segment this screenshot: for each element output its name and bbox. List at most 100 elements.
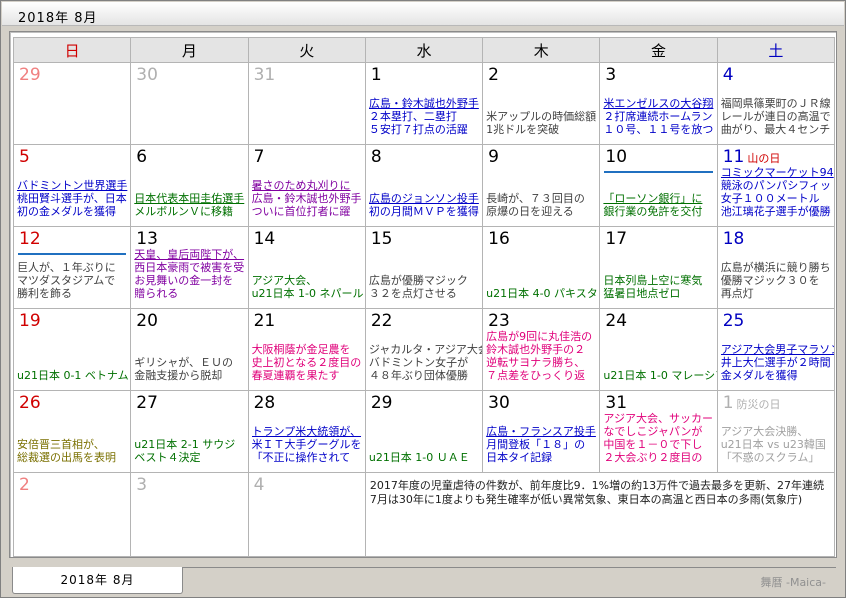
day-cell[interactable]: 2 米アップルの時価総額 1兆ドルを突破 bbox=[482, 62, 601, 145]
day-cell[interactable]: 5 バドミントン世界選手 桃田賢斗選手が、日本 初の金メダルを獲得 bbox=[12, 144, 132, 227]
day-cell[interactable]: 6 日本代表本田圭佑選手 メルボルンＶに移籍 bbox=[130, 144, 249, 227]
day-number-text: 4 bbox=[722, 65, 734, 85]
news-block: u21日本 4-0 パキスタン bbox=[486, 287, 599, 300]
news-block: 米エンゼルスの大谷翔 ２打席連続ホームラン １０号、１１号を放つ bbox=[603, 97, 716, 136]
news-line: u21日本 4-0 パキスタン bbox=[486, 287, 600, 300]
day-number: 19 bbox=[19, 311, 41, 331]
news-line: 井上大仁選手が２時間 bbox=[720, 356, 831, 369]
weekday-header-row: 日 月 火 水 木 金 土 bbox=[12, 37, 836, 63]
news-line: 月間登板「１８」の bbox=[486, 438, 586, 451]
day-cell[interactable]: 15 広島が優勝マジック ３２を点灯させる bbox=[364, 226, 484, 309]
day-number: 2 bbox=[488, 65, 499, 85]
news-block: 福岡県篠栗町のＪＲ線 レールが連日の高温で 曲がり、最大４センチ bbox=[721, 97, 834, 136]
day-number: 8 bbox=[371, 147, 382, 167]
news-line: 史上初となる２度目の bbox=[251, 356, 362, 369]
day-number: 21 bbox=[254, 311, 276, 331]
news-block: 広島のジョンソン投手 初の月間ＭＶＰを獲得 bbox=[369, 192, 482, 218]
news-line: 広島が横浜に競り勝ち bbox=[720, 261, 831, 274]
day-cell[interactable]: 18 広島が横浜に競り勝ち 優勝マジック３０を 再点灯 bbox=[716, 226, 836, 309]
day-number-text: 13 bbox=[136, 229, 158, 249]
day-cell[interactable]: 3 米エンゼルスの大谷翔 ２打席連続ホームラン １０号、１１号を放つ bbox=[599, 62, 718, 145]
news-line: 鈴木誠也外野手の２ bbox=[486, 343, 586, 356]
day-cell[interactable]: 17 日本列島上空に寒気 猛暑日地点ゼロ bbox=[599, 226, 718, 309]
day-cell[interactable]: 21 大阪桐蔭が金足農を 史上初となる２度目の 春夏連覇を果たす bbox=[247, 308, 366, 391]
day-cell[interactable]: 1 広島・鈴木誠也外野手 ２本塁打、二塁打 ５安打７打点の活躍 bbox=[364, 62, 484, 145]
news-line: アジア大会、 bbox=[251, 274, 318, 287]
day-cell[interactable]: 25 アジア大会男子マラソン 井上大仁選手が２時間 金メダルを獲得 bbox=[716, 308, 836, 391]
day-cell[interactable]: 24 u21日本 1-0 マレーシア bbox=[599, 308, 718, 391]
news-line: u21日本 0-1 ベトナム bbox=[17, 369, 129, 382]
news-block: u21日本 2-1 サウジ ベスト４決定 bbox=[134, 438, 247, 464]
day-cell[interactable]: 23 広島が9回に丸佳浩の 鈴木誠也外野手の２ 逆転サヨナラ勝ち、 ７点差をひっくり返 bbox=[482, 308, 601, 391]
news-line: １０号、１１号を放つ bbox=[603, 123, 714, 136]
day-cell[interactable]: 20 ギリシャが、ＥＵの 金融支援から脱却 bbox=[130, 308, 249, 391]
day-number-text: 10 bbox=[605, 147, 628, 167]
day-cell[interactable]: 9 長崎が、７３回目の 原爆の日を迎える bbox=[482, 144, 601, 227]
news-block: 広島が9回に丸佳浩の 鈴木誠也外野手の２ 逆転サヨナラ勝ち、 ７点差をひっくり返 bbox=[486, 330, 599, 382]
day-cell[interactable]: 28 トランプ米大統領が、 米ＩＴ大手グーグルを 「不正に操作されて bbox=[247, 390, 366, 473]
day-number-text: 21 bbox=[253, 311, 276, 331]
event-span-bar bbox=[18, 253, 127, 255]
news-line: 「不惑のスクラム」 bbox=[720, 451, 820, 464]
news-line: 広島・鈴木誠也外野手 bbox=[251, 192, 362, 205]
day-cell[interactable]: 4 福岡県篠栗町のＪＲ線 レールが連日の高温で 曲がり、最大４センチ bbox=[716, 62, 836, 145]
week-row: 5 バドミントン世界選手 桃田賢斗選手が、日本 初の金メダルを獲得 6 日本代表本田圭佑選… bbox=[12, 144, 836, 227]
day-number: 26 bbox=[19, 393, 41, 413]
news-block: バドミントン世界選手 桃田賢斗選手が、日本 初の金メダルを獲得 bbox=[17, 179, 130, 218]
sheet-tab-bar: 2018年 8月 舞暦 -Maica- bbox=[2, 567, 844, 597]
day-number: 29 bbox=[371, 393, 393, 413]
calendar-window: 2018年 8月 日 月 火 水 木 金 土 29 30 31 1 広島・鈴木誠也外野手… bbox=[0, 0, 846, 598]
week-row: 2 3 4 2017年度の児童虐待の件数が、前年度比9．1%増の約13万件で過去最多を… bbox=[12, 472, 836, 557]
day-number-text: 30 bbox=[136, 65, 158, 85]
day-cell[interactable]: 7 暑さのため丸刈りに 広島・鈴木誠也外野手 ついに首位打者に躍 bbox=[247, 144, 366, 227]
news-line: 銀行業の免許を交付 bbox=[603, 205, 703, 218]
day-number-text: 14 bbox=[253, 229, 276, 249]
day-cell[interactable]: 30 bbox=[130, 62, 249, 145]
day-cell[interactable]: 13 天皇、皇后両陛下が、 西日本豪雨で被害を受 お見舞いの金一封を 贈られる bbox=[130, 226, 249, 309]
day-cell[interactable]: 29 u21日本 1-0 ＵＡＥ bbox=[364, 390, 484, 473]
day-cell[interactable]: 11 山の日 コミックマーケット94 競泳のパンパシフィッ 女子１００メートル 池江璃花子… bbox=[716, 144, 836, 227]
day-cell[interactable]: 29 bbox=[12, 62, 132, 145]
news-line: 春夏連覇を果たす bbox=[251, 369, 340, 382]
news-line: 桃田賢斗選手が、日本 bbox=[17, 192, 127, 205]
day-number: 17 bbox=[605, 229, 627, 249]
day-cell[interactable]: 8 広島のジョンソン投手 初の月間ＭＶＰを獲得 bbox=[364, 144, 484, 227]
day-cell[interactable]: 26 安倍晋三首相が、 総裁選の出馬を表明 bbox=[12, 390, 132, 473]
window-title: 2018年 8月 bbox=[18, 11, 98, 26]
day-number: 27 bbox=[136, 393, 158, 413]
day-cell[interactable]: 27 u21日本 2-1 サウジ ベスト４決定 bbox=[130, 390, 249, 473]
day-cell[interactable]: 3 bbox=[130, 472, 249, 557]
news-line: 再点灯 bbox=[720, 287, 754, 300]
day-cell[interactable]: 1 防災の日 アジア大会決勝、 u21日本 vs u23韓国 「不惑のスクラム」 bbox=[716, 390, 836, 473]
news-line: 西日本豪雨で被害を受 bbox=[134, 261, 245, 274]
day-cell[interactable]: 10 「ローソン銀行」に 銀行業の免許を交付 bbox=[599, 144, 718, 227]
news-line: 広島が優勝マジック bbox=[368, 274, 468, 287]
news-line: 「ローソン銀行」に bbox=[603, 192, 703, 205]
day-cell[interactable]: 30 広島・フランスア投手 月間登板「１８」の 日本タイ記録 bbox=[482, 390, 601, 473]
day-number-text: 16 bbox=[488, 229, 510, 249]
day-number: 31 bbox=[254, 65, 276, 85]
day-cell[interactable]: 14 アジア大会、 u21日本 1-0 ネパール bbox=[247, 226, 366, 309]
news-line: なでしこジャパンが bbox=[603, 425, 703, 438]
news-line: 優勝マジック３０を bbox=[720, 274, 820, 287]
day-cell[interactable]: 31 アジア大会、サッカー なでしこジャパンが 中国を１－０で下し ２大会ぶり２度目の bbox=[599, 390, 718, 473]
day-cell[interactable]: 12 巨人が、１年ぶりに マツダスタジアムで 勝利を飾る bbox=[12, 226, 132, 309]
news-block: 広島・鈴木誠也外野手 ２本塁打、二塁打 ５安打７打点の活躍 bbox=[369, 97, 482, 136]
day-number: 30 bbox=[488, 393, 510, 413]
news-line: ジャカルタ・アジア大会 bbox=[368, 343, 483, 356]
day-cell[interactable]: 31 bbox=[247, 62, 366, 145]
news-block: 広島が優勝マジック ３２を点灯させる bbox=[369, 274, 482, 300]
news-block: 巨人が、１年ぶりに マツダスタジアムで 勝利を飾る bbox=[17, 261, 130, 300]
day-cell[interactable]: 22 ジャカルタ・アジア大会 バドミントン女子が ４８年ぶり団体優勝 bbox=[364, 308, 484, 391]
day-cell[interactable]: 4 bbox=[247, 472, 366, 557]
month-sheet-tab[interactable]: 2018年 8月 bbox=[12, 567, 183, 594]
weekday-sat: 土 bbox=[716, 37, 836, 63]
day-number: 4 bbox=[254, 475, 265, 495]
day-cell[interactable]: 19 u21日本 0-1 ベトナム bbox=[12, 308, 132, 391]
day-number-text: 31 bbox=[253, 65, 276, 85]
week-row: 12 巨人が、１年ぶりに マツダスタジアムで 勝利を飾る 13 天皇、皇后両陛下が、 西日本… bbox=[12, 226, 836, 309]
day-cell[interactable]: 16 u21日本 4-0 パキスタン bbox=[482, 226, 601, 309]
day-cell[interactable]: 2 bbox=[12, 472, 132, 557]
news-line: 広島が9回に丸佳浩の bbox=[486, 330, 593, 343]
day-number-text: 4 bbox=[253, 475, 265, 495]
